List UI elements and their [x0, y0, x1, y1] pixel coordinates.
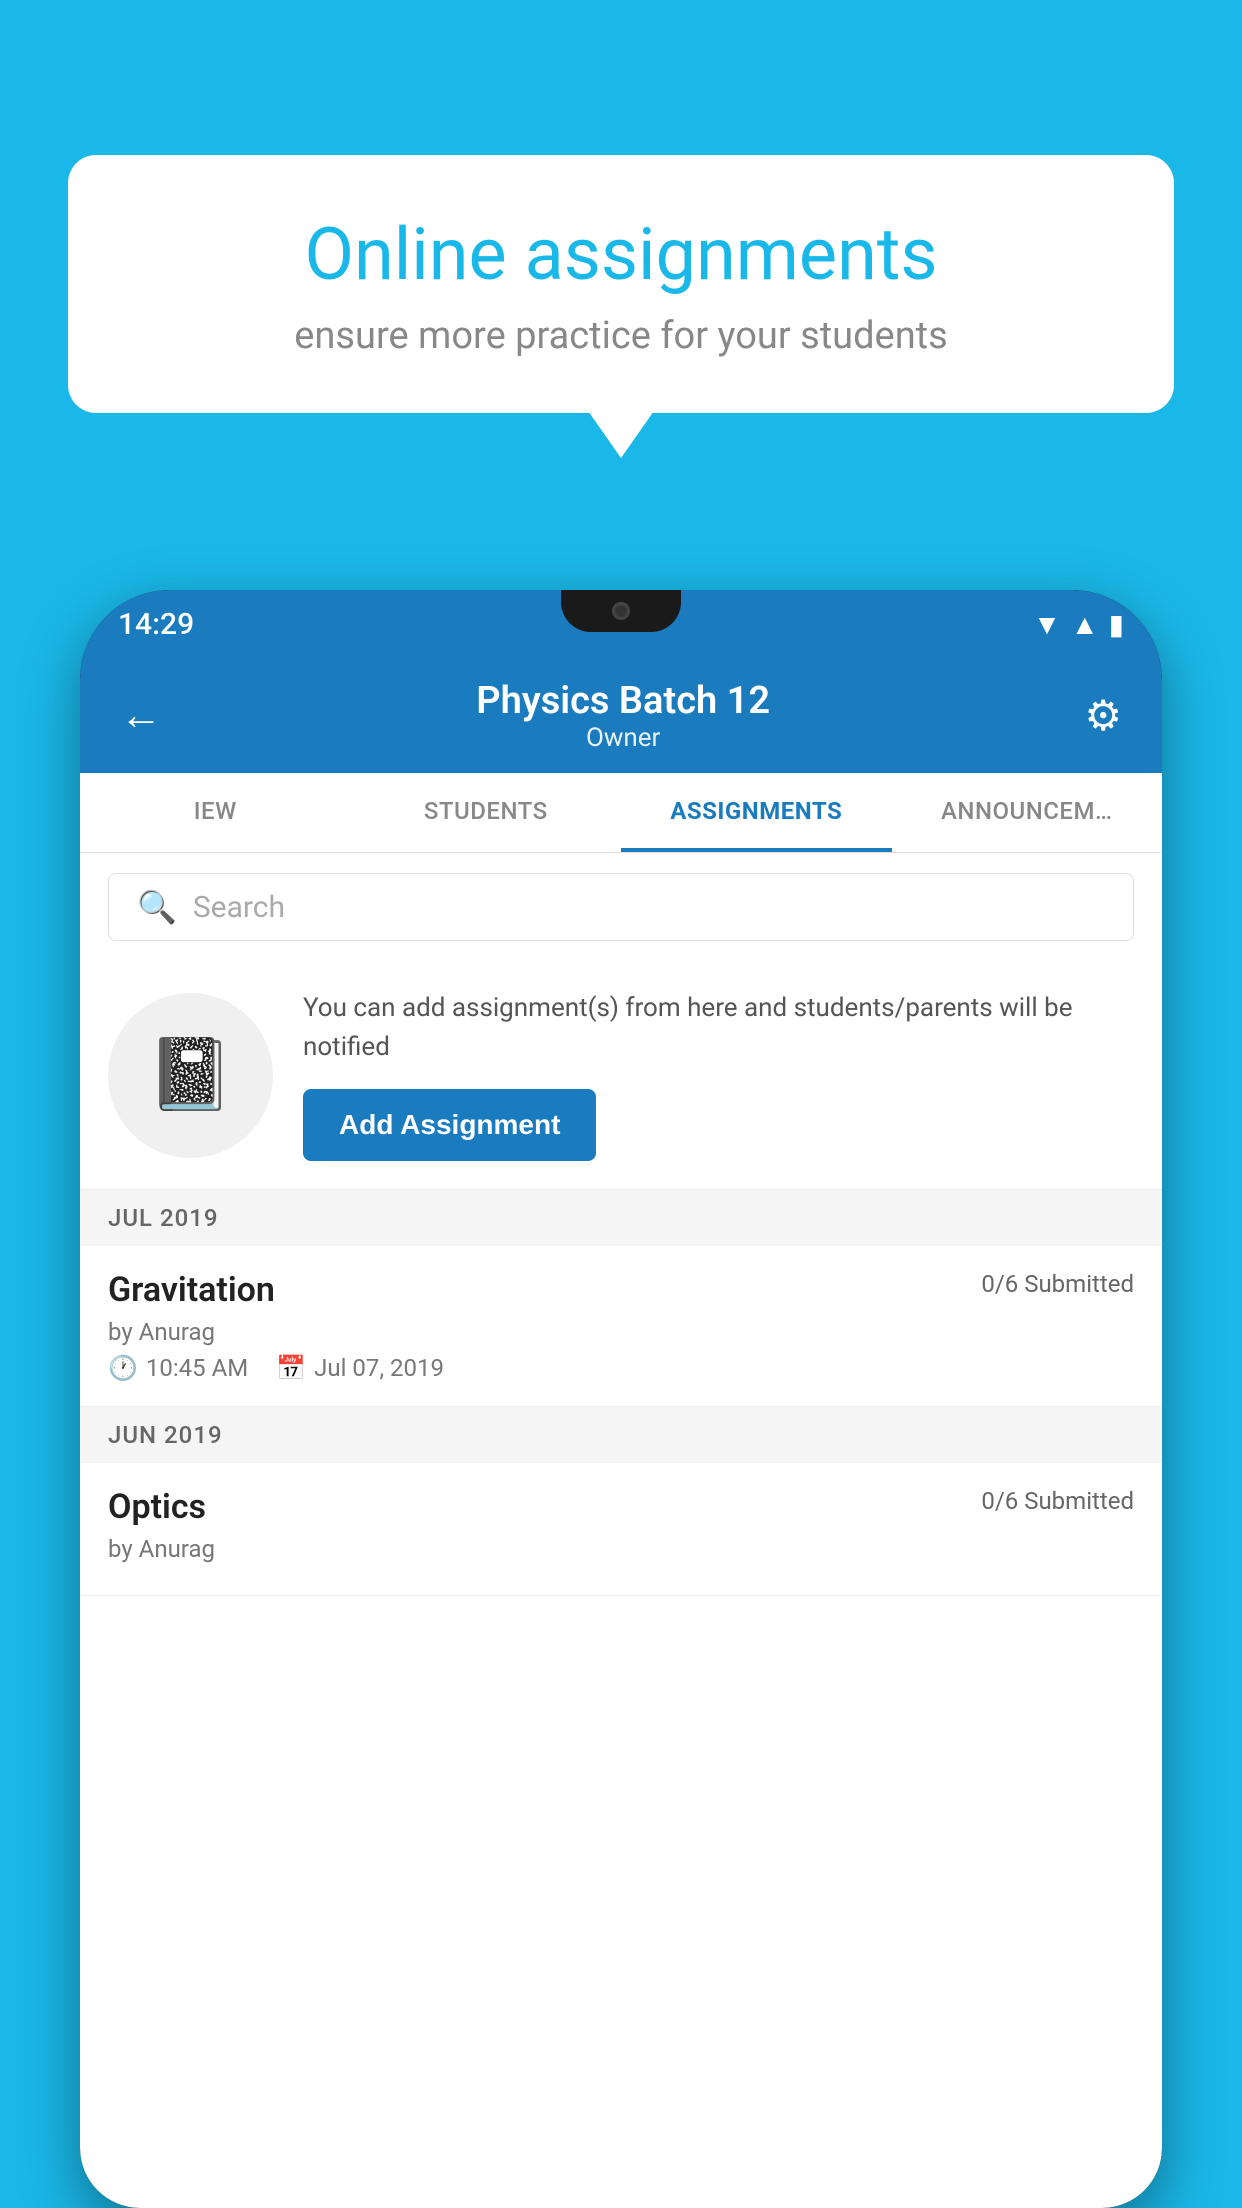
assignment-submitted: 0/6 Submitted — [981, 1270, 1134, 1298]
assignment-submitted-optics: 0/6 Submitted — [981, 1487, 1134, 1515]
assignment-item-header: Gravitation 0/6 Submitted — [108, 1270, 1134, 1310]
speech-bubble: Online assignments ensure more practice … — [68, 155, 1174, 413]
search-input-container[interactable]: 🔍 Search — [108, 873, 1134, 941]
notebook-icon: 📓 — [147, 1034, 234, 1116]
header-subtitle: Owner — [476, 723, 770, 753]
assignment-meta: 🕐 10:45 AM 📅 Jul 07, 2019 — [108, 1354, 1134, 1382]
phone-frame: 14:29 ▼ ▲ ▮ ← Physics Batch 12 Owner ⚙ I… — [80, 590, 1162, 2208]
search-icon: 🔍 — [137, 888, 177, 926]
assignment-time-value: 10:45 AM — [146, 1354, 248, 1382]
calendar-icon: 📅 — [276, 1354, 306, 1382]
tab-announcements[interactable]: ANNOUNCEM… — [892, 773, 1163, 852]
clock-icon: 🕐 — [108, 1354, 138, 1382]
signal-icon: ▲ — [1071, 608, 1099, 641]
header-title-block: Physics Batch 12 Owner — [476, 679, 770, 753]
settings-icon[interactable]: ⚙ — [1084, 691, 1122, 741]
assignment-date: 📅 Jul 07, 2019 — [276, 1354, 444, 1382]
back-button[interactable]: ← — [120, 691, 162, 740]
tab-students[interactable]: STUDENTS — [351, 773, 622, 852]
assignment-date-value: Jul 07, 2019 — [314, 1354, 444, 1382]
add-assignment-section: 📓 You can add assignment(s) from here an… — [80, 961, 1162, 1190]
assignment-time: 🕐 10:45 AM — [108, 1354, 248, 1382]
status-icons: ▼ ▲ ▮ — [1033, 608, 1124, 641]
tab-assignments[interactable]: ASSIGNMENTS — [621, 773, 892, 852]
add-assignment-info: You can add assignment(s) from here and … — [303, 989, 1134, 1161]
speech-bubble-title: Online assignments — [138, 215, 1104, 294]
header-title: Physics Batch 12 — [476, 679, 770, 723]
add-assignment-description: You can add assignment(s) from here and … — [303, 989, 1134, 1067]
assignment-item-gravitation[interactable]: Gravitation 0/6 Submitted by Anurag 🕐 10… — [80, 1246, 1162, 1407]
speech-bubble-subtitle: ensure more practice for your students — [138, 314, 1104, 358]
assignment-icon-circle: 📓 — [108, 993, 273, 1158]
tabs-bar: IEW STUDENTS ASSIGNMENTS ANNOUNCEM… — [80, 773, 1162, 853]
assignment-name-optics: Optics — [108, 1487, 206, 1527]
camera — [612, 602, 630, 620]
wifi-icon: ▼ — [1033, 608, 1061, 641]
section-header-jun2019: JUN 2019 — [80, 1407, 1162, 1463]
add-assignment-button[interactable]: Add Assignment — [303, 1089, 596, 1161]
battery-icon: ▮ — [1109, 608, 1124, 641]
notch — [561, 590, 681, 632]
speech-bubble-container: Online assignments ensure more practice … — [68, 155, 1174, 413]
app-header: ← Physics Batch 12 Owner ⚙ — [80, 658, 1162, 773]
assignment-by-optics: by Anurag — [108, 1535, 1134, 1563]
screen-content: 🔍 Search 📓 You can add assignment(s) fro… — [80, 853, 1162, 2208]
assignment-item-header-optics: Optics 0/6 Submitted — [108, 1487, 1134, 1527]
section-header-jul2019: JUL 2019 — [80, 1190, 1162, 1246]
search-bar: 🔍 Search — [80, 853, 1162, 961]
assignment-name: Gravitation — [108, 1270, 275, 1310]
status-time: 14:29 — [118, 607, 194, 642]
status-bar: 14:29 ▼ ▲ ▮ — [80, 590, 1162, 658]
assignment-item-optics[interactable]: Optics 0/6 Submitted by Anurag — [80, 1463, 1162, 1596]
search-input[interactable]: Search — [193, 890, 285, 925]
tab-iew[interactable]: IEW — [80, 773, 351, 852]
assignment-by: by Anurag — [108, 1318, 1134, 1346]
phone-screen: 14:29 ▼ ▲ ▮ ← Physics Batch 12 Owner ⚙ I… — [80, 590, 1162, 2208]
